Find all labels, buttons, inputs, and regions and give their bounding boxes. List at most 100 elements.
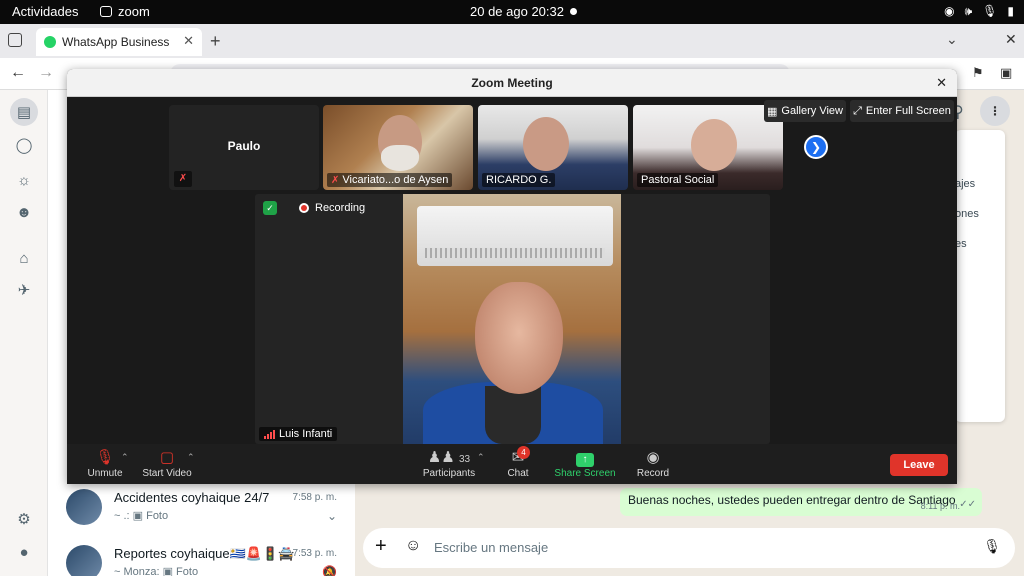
clock[interactable]: 20 de ago 20:32 — [470, 4, 564, 19]
menu-item[interactable]: ajes — [955, 178, 975, 190]
window-title-bar: Zoom Meeting ✕ — [67, 69, 957, 97]
participants-count: 33 — [458, 454, 471, 465]
participants-button[interactable]: ♟♟ 33 Participants — [419, 448, 479, 479]
chevron-down-icon[interactable]: ⌄ — [946, 31, 958, 48]
chevron-down-icon[interactable]: ⌄ — [327, 509, 337, 523]
signal-bars-icon — [264, 429, 275, 439]
chat-time: 7:58 p. m. — [292, 492, 337, 503]
tab-title: WhatsApp Business — [62, 35, 170, 49]
close-tab-icon[interactable]: ✕ — [183, 33, 194, 49]
chevron-up-icon[interactable]: ⌃ — [121, 452, 129, 463]
message-composer: + ☺ Escribe un mensaje 🎙 — [363, 528, 1015, 568]
mic-muted-icon: 🎙 — [95, 449, 115, 466]
unmute-button[interactable]: 🎙 Unmute — [85, 448, 125, 479]
share-screen-button[interactable]: ↑ Share Screen — [553, 448, 617, 479]
participant-tile[interactable]: Pastoral Social — [633, 105, 783, 190]
sticker-icon[interactable]: ☺ — [405, 537, 421, 555]
new-tab-button[interactable]: + — [210, 31, 221, 52]
full-screen-label: Enter Full Screen — [865, 105, 951, 117]
unmute-label: Unmute — [87, 468, 123, 479]
chevron-up-icon[interactable]: ⌃ — [477, 452, 485, 463]
gallery-view-button[interactable]: ▦ Gallery View — [764, 100, 846, 122]
speaker-label: Luis Infanti — [259, 427, 338, 441]
attach-icon[interactable]: + — [375, 535, 387, 558]
chat-time: 7:53 p. m. — [292, 548, 337, 559]
leave-button[interactable]: Leave — [890, 454, 948, 476]
menu-item[interactable]: ones — [955, 208, 979, 220]
extension-icon[interactable]: ▣ — [1000, 65, 1012, 81]
participant-label: Pastoral Social — [637, 173, 719, 187]
activities-button[interactable]: Actividades — [12, 4, 78, 19]
participant-tile[interactable]: ✗ Vicariato...o de Aysen — [323, 105, 473, 190]
participant-video — [691, 119, 737, 171]
status-icon[interactable]: ◯ — [14, 135, 34, 155]
communities-icon[interactable]: ☻ — [14, 202, 34, 222]
chat-name: Reportes coyhaique🇺🇾🚨🚦🚔 — [114, 546, 295, 561]
message-bubble[interactable]: Buenas noches, ustedes pueden entregar d… — [620, 488, 982, 516]
chat-list-item[interactable]: Reportes coyhaique🇺🇾🚨🚦🚔 7:53 p. m. ~ Mon… — [48, 543, 355, 576]
share-screen-icon: ↑ — [576, 453, 594, 467]
extensions-icon[interactable]: ⚑ — [972, 65, 984, 81]
participant-name: Paulo — [227, 139, 261, 153]
participant-video — [523, 117, 569, 171]
sweater-shape — [485, 386, 541, 444]
back-icon[interactable]: ← — [10, 64, 26, 82]
whatsapp-nav-rail: ▤ ◯ ☼ ☻ ⌂ ✈ ⚙ ● — [0, 90, 48, 576]
system-tray[interactable]: ◉ 🕪 🎙 ▮ — [944, 4, 1014, 19]
app-name: zoom — [118, 4, 150, 19]
shield-icon: ✓ — [263, 201, 277, 215]
message-text: Buenas noches, ustedes pueden entregar d… — [628, 493, 956, 507]
app-menu[interactable]: zoom — [100, 4, 150, 19]
speaker-video — [403, 194, 621, 444]
battery-icon: ▮ — [1007, 4, 1014, 18]
forward-icon[interactable]: → — [38, 64, 54, 82]
start-video-label: Start Video — [142, 468, 192, 479]
tab-whatsapp[interactable]: WhatsApp Business ✕ — [36, 28, 202, 56]
profile-icon[interactable]: ● — [14, 542, 34, 562]
participants-label: Participants — [422, 468, 476, 479]
channels-icon[interactable]: ☼ — [14, 170, 34, 190]
record-icon: ◉ — [646, 449, 660, 466]
next-page-button[interactable]: ❯ — [804, 135, 828, 159]
wifi-icon: ◉ — [944, 4, 955, 18]
chat-button[interactable]: ✉ 4 Chat — [503, 446, 533, 479]
active-speaker-tile[interactable]: ✓ Recording Luis Infanti — [255, 194, 770, 444]
chat-preview: ~ .: ▣ Foto — [114, 510, 169, 522]
record-dot-icon — [299, 203, 309, 213]
recording-label: Recording — [315, 202, 366, 214]
whatsapp-icon — [44, 36, 56, 48]
expand-icon: ⤢ — [853, 104, 862, 117]
participant-name: RICARDO G. — [486, 174, 552, 186]
catalog-icon[interactable]: ⌂ — [14, 248, 34, 268]
participant-name: Pastoral Social — [641, 174, 715, 186]
chats-icon[interactable]: ▤ — [10, 98, 38, 126]
double-check-icon: ✓✓ — [959, 499, 976, 510]
participant-tile[interactable]: RICARDO G. — [478, 105, 628, 190]
record-button[interactable]: ◉ Record — [635, 448, 671, 479]
notification-dot — [570, 8, 577, 15]
message-input[interactable]: Escribe un mensaje — [434, 540, 548, 555]
more-options-icon[interactable]: ⋮ — [980, 96, 1010, 126]
system-top-bar: Actividades zoom 20 de ago 20:32 ◉ 🕪 🎙 ▮ — [0, 0, 1024, 24]
mic-muted-icon: ✗ — [174, 171, 192, 187]
chevron-up-icon[interactable]: ⌃ — [187, 452, 195, 463]
zoom-meeting-window: Zoom Meeting ✕ Paulo ✗ ✗ Vicariato...o de… — [67, 69, 957, 484]
settings-icon[interactable]: ⚙ — [14, 509, 34, 529]
full-screen-button[interactable]: ⤢ Enter Full Screen — [850, 100, 954, 122]
chat-list-item[interactable]: Accidentes coyhaique 24/7 7:58 p. m. ~ .… — [48, 487, 355, 537]
close-window-icon[interactable]: ✕ — [1005, 31, 1017, 48]
tab-overview-button[interactable] — [8, 33, 22, 47]
participant-label: RICARDO G. — [482, 173, 556, 187]
broadcast-icon[interactable]: ✈ — [14, 280, 34, 300]
speaker-name: Luis Infanti — [279, 428, 333, 440]
beard-shape — [381, 145, 419, 171]
message-time: 8:11 p. m. — [920, 501, 960, 511]
gallery-view-label: Gallery View — [781, 105, 843, 117]
microphone-icon[interactable]: 🎙 — [983, 538, 1001, 555]
close-icon[interactable]: ✕ — [936, 69, 947, 97]
chat-preview: ~ Monza: ▣ Foto — [114, 566, 199, 576]
share-screen-label: Share Screen — [554, 468, 616, 479]
volume-icon: 🕪 — [964, 4, 973, 18]
participant-tile[interactable]: Paulo ✗ — [169, 105, 319, 190]
participant-label: ✗ Vicariato...o de Aysen — [327, 173, 453, 187]
